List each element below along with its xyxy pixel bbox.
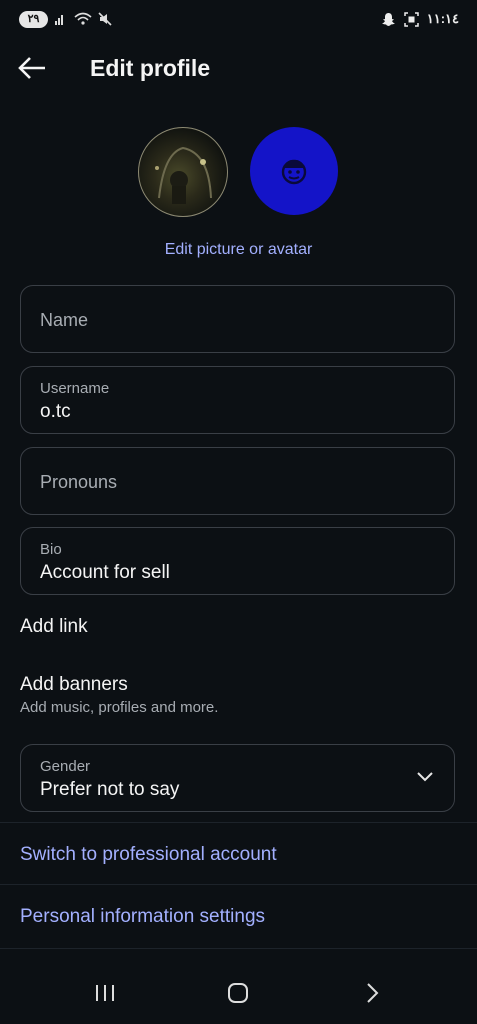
username-label: Username (40, 380, 110, 397)
pronouns-field[interactable]: Pronouns (20, 447, 455, 515)
gender-value: Prefer not to say (40, 779, 180, 800)
divider (0, 884, 477, 885)
divider (0, 948, 477, 949)
profile-photo-image (155, 146, 212, 204)
screenshot-icon (403, 11, 419, 27)
gender-select[interactable]: Gender Prefer not to say (20, 744, 455, 812)
back-arrow-icon (18, 57, 45, 79)
gender-label: Gender (40, 758, 91, 775)
status-right: ١١:١٤ (381, 11, 459, 27)
pronouns-placeholder: Pronouns (40, 472, 118, 492)
home-icon (228, 983, 248, 1003)
chevron-right-icon (367, 983, 379, 1003)
status-bar: ٢٩ ١١:١٤ (0, 0, 477, 40)
name-field[interactable]: Name (20, 285, 455, 353)
add-banners-subtitle: Add music, profiles and more. (20, 699, 219, 716)
clock: ١١:١٤ (426, 11, 459, 26)
name-placeholder: Name (40, 310, 89, 330)
profile-photo[interactable] (138, 127, 228, 217)
recent-apps-button[interactable] (85, 978, 125, 1008)
add-link-button[interactable]: Add link (20, 616, 88, 638)
snapchat-icon (381, 12, 395, 26)
username-value: o.tc (40, 401, 71, 422)
switch-professional-link[interactable]: Switch to professional account (20, 844, 277, 866)
mute-icon (98, 12, 112, 26)
battery-indicator: ٢٩ (19, 11, 48, 28)
bio-field[interactable]: Bio Account for sell (20, 527, 455, 595)
back-nav-button[interactable] (352, 978, 392, 1008)
add-banners-button[interactable]: Add banners (20, 674, 128, 696)
wifi-icon (74, 12, 92, 25)
system-nav-bar (0, 960, 477, 1024)
avatar-face-icon (281, 159, 307, 185)
recent-apps-icon (96, 985, 114, 1001)
bio-label: Bio (40, 541, 62, 558)
top-bar: Edit profile (0, 40, 477, 98)
divider (0, 822, 477, 823)
status-icons (54, 12, 112, 26)
page-title: Edit profile (90, 55, 211, 81)
bio-value: Account for sell (40, 562, 170, 583)
chevron-down-icon (417, 772, 433, 782)
personal-info-link[interactable]: Personal information settings (20, 906, 265, 928)
back-button[interactable] (16, 53, 52, 85)
signal-icon (55, 15, 63, 25)
edit-picture-link[interactable]: Edit picture or avatar (0, 241, 477, 259)
username-field[interactable]: Username o.tc (20, 366, 455, 434)
home-button[interactable] (218, 978, 258, 1008)
avatar-button[interactable] (250, 127, 338, 215)
